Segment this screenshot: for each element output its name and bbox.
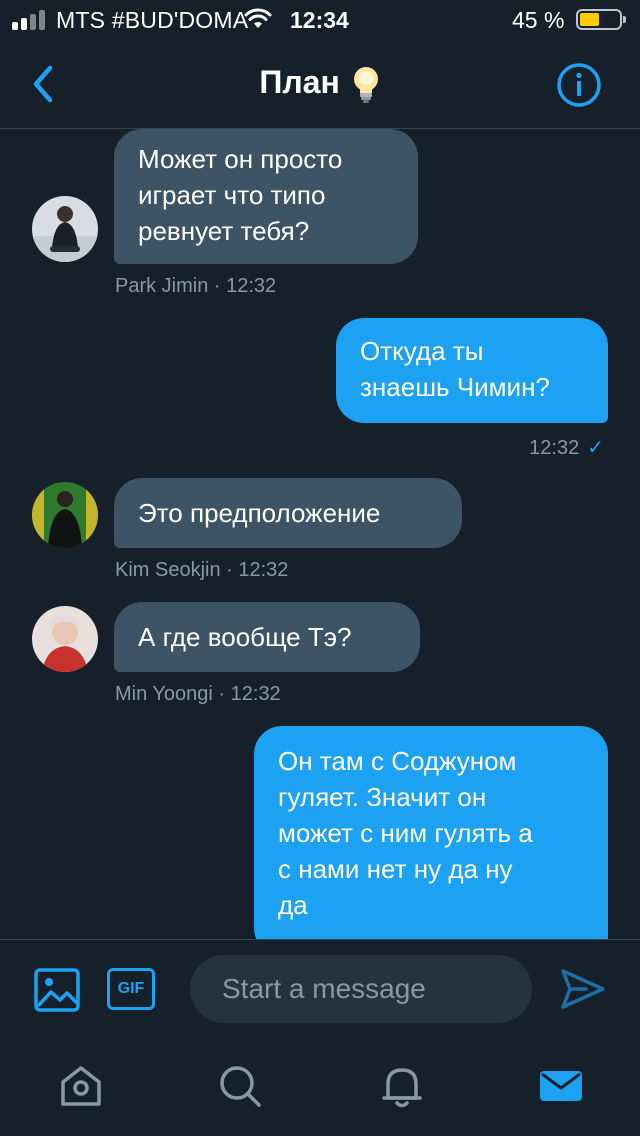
message-bubble[interactable]: А где вообще Тэ? xyxy=(114,602,420,672)
conversation-title[interactable]: План xyxy=(0,64,640,104)
message-bubble[interactable]: Это предположение xyxy=(114,478,462,548)
info-icon[interactable] xyxy=(556,62,602,108)
messages-icon[interactable] xyxy=(537,1062,585,1110)
message-list[interactable]: Может он просто играет что типо ревнует … xyxy=(0,129,640,939)
message-bubble[interactable]: Откуда ты знаешь Чимин? xyxy=(336,318,608,423)
send-icon[interactable] xyxy=(560,968,606,1010)
message-meta: Park Jimin · 12:32 xyxy=(115,275,277,297)
avatar-photo-icon xyxy=(32,196,98,262)
message-bubble[interactable]: Может он просто играет что типо ревнует … xyxy=(114,129,418,264)
battery-icon xyxy=(576,9,626,30)
status-time: 12:34 xyxy=(290,7,349,33)
avatar[interactable] xyxy=(32,606,98,672)
wifi-icon xyxy=(244,8,272,28)
message-meta: Min Yoongi · 12:32 xyxy=(115,683,281,705)
message-text: А где вообще Тэ? xyxy=(138,622,352,652)
avatar-photo-icon xyxy=(32,606,98,672)
search-icon[interactable] xyxy=(216,1062,264,1110)
gif-button[interactable]: GIF xyxy=(107,968,155,1010)
message-text: Откуда ты знаешь Чимин? xyxy=(360,336,550,402)
image-icon[interactable] xyxy=(34,968,80,1012)
carrier-name: MTS #BUD'DOMA xyxy=(56,7,249,33)
message-text: Это предположение xyxy=(138,498,381,528)
message-bubble[interactable]: Он там с Соджуном гуляет. Значит он може… xyxy=(254,726,608,939)
avatar-photo-icon xyxy=(32,482,98,548)
status-bar: MTS #BUD'DOMA 12:34 45 % xyxy=(0,0,640,40)
read-check-icon: ✓ xyxy=(587,437,604,459)
message-composer: GIF xyxy=(0,939,640,1040)
message-input[interactable] xyxy=(190,955,532,1023)
message-time: 12:32 xyxy=(529,437,580,459)
battery-percent: 45 % xyxy=(512,7,565,33)
avatar[interactable] xyxy=(32,482,98,548)
message-meta: Kim Seokjin · 12:32 xyxy=(115,559,289,581)
avatar[interactable] xyxy=(32,196,98,262)
home-icon[interactable] xyxy=(57,1062,105,1110)
lightbulb-icon xyxy=(353,66,378,103)
message-text: Может он просто играет что типо ревнует … xyxy=(138,144,343,246)
tab-bar xyxy=(0,1040,640,1136)
conversation-title-text: План xyxy=(259,64,340,100)
notifications-icon[interactable] xyxy=(378,1062,426,1110)
conversation-header: План xyxy=(0,40,640,129)
message-text: Он там с Соджуном гуляет. Значит он може… xyxy=(278,746,533,920)
message-meta: 12:32 ✓ xyxy=(529,435,604,460)
